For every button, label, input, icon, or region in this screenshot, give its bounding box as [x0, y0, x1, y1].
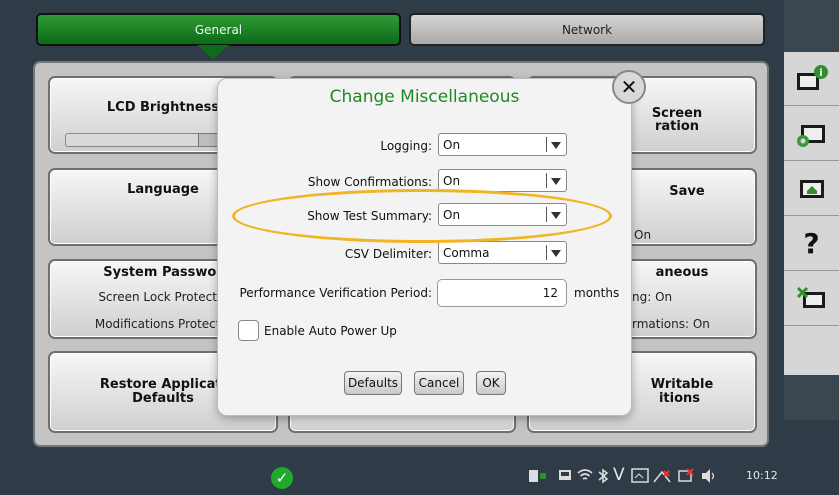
- csv-delimiter-select[interactable]: Comma: [438, 241, 567, 264]
- auto-power-up-label: Enable Auto Power Up: [264, 324, 397, 338]
- help-icon: ?: [803, 227, 820, 260]
- right-sidebar: i ?: [784, 0, 839, 420]
- close-icon[interactable]: ✕: [612, 70, 646, 104]
- save-value: On: [634, 228, 652, 242]
- volume-icon: [702, 469, 715, 483]
- wifi-icon: [577, 469, 593, 480]
- logging-label: Logging:: [380, 139, 432, 153]
- cancel-button-label: Cancel: [418, 376, 460, 390]
- ok-button[interactable]: OK: [476, 371, 506, 395]
- sidebar-item-settings[interactable]: [784, 107, 839, 161]
- v-indicator: V: [613, 465, 625, 485]
- tab-general-label: General: [194, 22, 243, 37]
- dialog-title: Change Miscellaneous: [329, 87, 520, 107]
- bluetooth-icon: [598, 468, 609, 484]
- clock: 10:12: [746, 469, 778, 482]
- perf-verification-input[interactable]: 12: [437, 279, 567, 307]
- select-separator: [546, 173, 547, 188]
- tools-icon: [796, 286, 825, 308]
- misc-logging-text: ng: On: [632, 290, 673, 304]
- home-icon: [799, 179, 824, 198]
- defaults-button[interactable]: Defaults: [344, 371, 402, 395]
- perf-verification-value: 12: [542, 286, 558, 300]
- sidebar-bottom: [784, 375, 839, 420]
- active-tab-pointer: [197, 45, 229, 59]
- sidebar-item-tools[interactable]: [784, 272, 839, 326]
- defaults-button-label: Defaults: [347, 376, 399, 390]
- sidebar-top: [784, 0, 839, 52]
- show-confirmations-value: On: [443, 174, 461, 188]
- status-bar: ✓ V 10:12: [0, 450, 839, 495]
- network-error-icon: [653, 470, 671, 483]
- sidebar-item-home[interactable]: [784, 162, 839, 216]
- chevron-down-icon: [551, 250, 561, 257]
- ethernet-error-icon: [678, 468, 694, 482]
- display-icon: [631, 468, 649, 483]
- screen: General Network LCD Brightness Language …: [0, 0, 839, 495]
- tab-general[interactable]: General: [36, 13, 401, 46]
- select-separator: [546, 137, 547, 152]
- storage-icon: [559, 470, 571, 480]
- perf-verification-label: Performance Verification Period:: [239, 286, 432, 300]
- highlight-ellipse: [232, 189, 612, 243]
- csv-delimiter-label: CSV Delimiter:: [344, 247, 432, 261]
- tab-network-label: Network: [561, 22, 613, 37]
- sidebar-item-help[interactable]: ?: [784, 217, 839, 271]
- misc-confirmations-text: rmations: On: [632, 317, 710, 331]
- sidebar-item-info[interactable]: i: [784, 52, 839, 106]
- status-ok-icon[interactable]: ✓: [271, 467, 293, 489]
- logging-value: On: [443, 138, 461, 152]
- csv-delimiter-value: Comma: [443, 246, 490, 260]
- battery-plug-icon: [529, 470, 546, 482]
- chevron-down-icon: [551, 142, 561, 149]
- perf-verification-unit: months: [574, 286, 620, 300]
- logging-select[interactable]: On: [438, 133, 567, 156]
- brightness-slider-thumb[interactable]: [198, 133, 218, 147]
- cancel-button[interactable]: Cancel: [414, 371, 464, 395]
- svg-text:i: i: [819, 68, 822, 79]
- auto-power-up-checkbox[interactable]: [238, 320, 259, 341]
- settings-icon: [796, 124, 825, 147]
- select-separator: [546, 245, 547, 260]
- chevron-down-icon: [551, 178, 561, 185]
- ok-button-label: OK: [482, 376, 500, 390]
- tab-network[interactable]: Network: [409, 13, 765, 46]
- change-miscellaneous-dialog: Change Miscellaneous Logging: On Show Co…: [218, 70, 646, 415]
- info-icon: i: [796, 64, 828, 90]
- show-confirmations-label: Show Confirmations:: [307, 175, 432, 189]
